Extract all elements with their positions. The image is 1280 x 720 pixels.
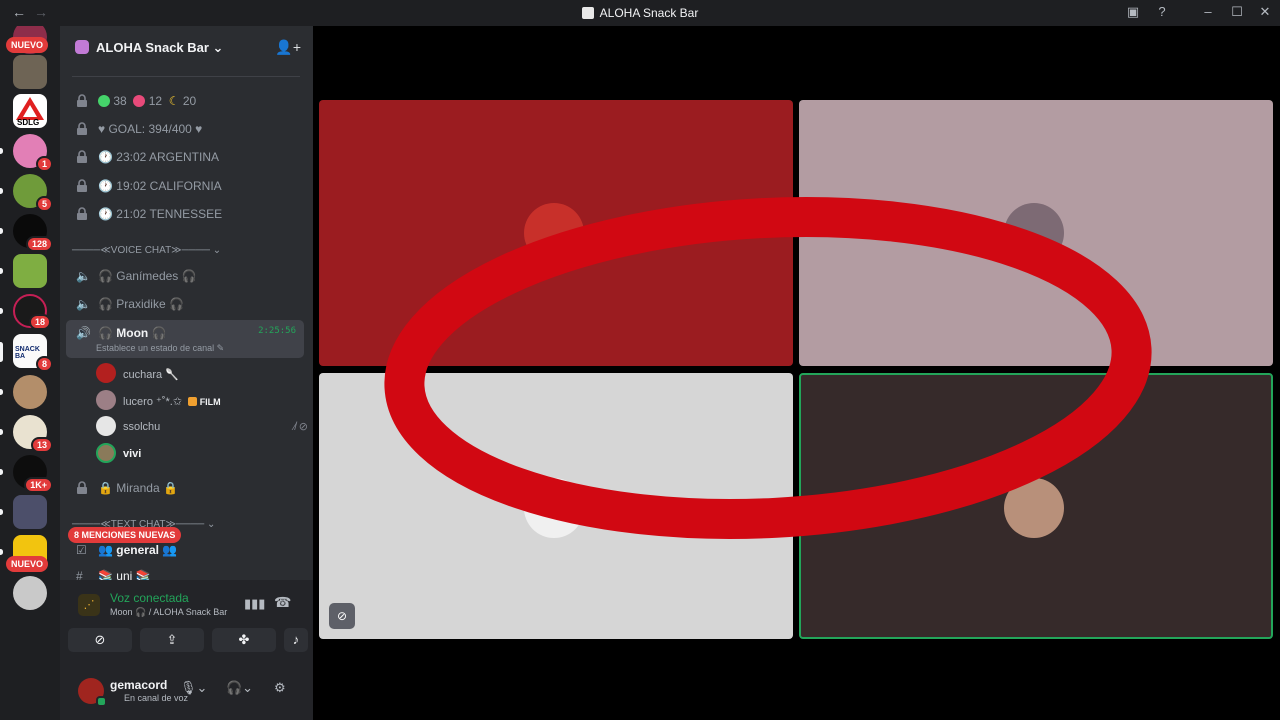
red-ring — [384, 196, 1152, 540]
highlight-ellipse — [384, 196, 1152, 540]
